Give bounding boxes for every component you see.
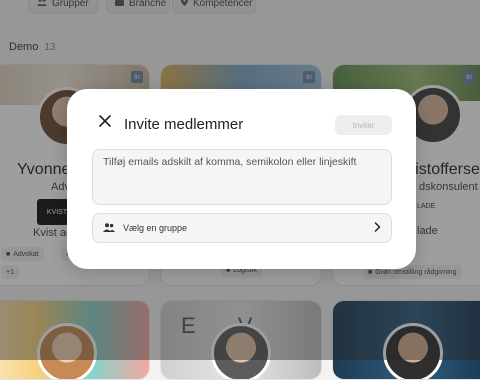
- people-icon: [103, 219, 115, 237]
- chevron-right-icon: [374, 219, 381, 237]
- close-button[interactable]: [95, 113, 115, 133]
- group-select[interactable]: Vælg en gruppe: [92, 213, 392, 243]
- group-select-label: Vælg en gruppe: [123, 223, 188, 233]
- invite-button[interactable]: Inviter: [335, 115, 392, 135]
- email-input[interactable]: [92, 149, 392, 205]
- invite-dialog: Invite medlemmer Inviter Vælg en gruppe: [67, 89, 416, 269]
- dialog-title: Invite medlemmer: [124, 116, 244, 133]
- close-icon: [99, 114, 111, 132]
